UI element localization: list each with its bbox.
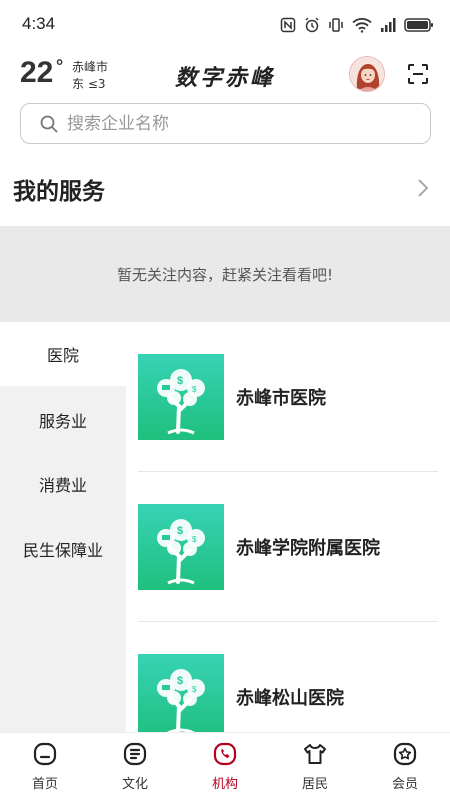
status-time: 4:34: [22, 14, 56, 33]
nav-label: 文化: [121, 777, 148, 792]
search-icon: [39, 113, 61, 135]
header: 22 ° 赤峰市 东 ≤3 数字赤峰: [0, 50, 450, 100]
resident-icon: [302, 741, 328, 767]
signal-icon: [380, 17, 396, 33]
category-label: 消费业: [38, 476, 87, 495]
organization-item[interactable]: $ $ 赤峰松山医院: [138, 654, 438, 732]
bottom-nav: 首页 文化 机构 居民 会员: [0, 732, 450, 800]
organization-item[interactable]: $ $ 赤峰学院附属医院: [138, 504, 438, 604]
status-icons: [280, 15, 434, 35]
nfc-icon: [280, 17, 296, 33]
organization-list: $ $ 赤峰市医院 $ $ 赤峰学院附属医院 $ $ 赤峰松山医院: [126, 322, 450, 732]
svg-text:$: $: [177, 675, 183, 687]
search-bar[interactable]: [20, 103, 431, 144]
category-item-consumer[interactable]: 消费业: [0, 452, 126, 516]
organization-name: 赤峰学院附属医院: [236, 538, 380, 559]
nav-item-home[interactable]: 首页: [0, 733, 90, 800]
avatar[interactable]: [349, 56, 385, 92]
category-area: 医院 服务业 消费业 民生保障业 $ $ 赤峰市医院 $ $ 赤峰学院附属医院 …: [0, 322, 450, 732]
svg-text:$: $: [177, 525, 183, 537]
battery-icon: [404, 17, 434, 33]
divider: [138, 621, 438, 622]
svg-text:$: $: [177, 375, 183, 387]
nav-item-member[interactable]: 会员: [360, 733, 450, 800]
nav-item-resident[interactable]: 居民: [270, 733, 360, 800]
culture-icon: [122, 741, 148, 767]
my-services-title: 我的服务: [13, 179, 105, 205]
nav-item-culture[interactable]: 文化: [90, 733, 180, 800]
category-label: 民生保障业: [22, 541, 103, 560]
wifi-icon: [352, 17, 372, 33]
tree-logo-icon: $ $: [138, 504, 224, 590]
category-item-service[interactable]: 服务业: [0, 388, 126, 452]
member-icon: [392, 741, 418, 767]
nav-label: 机构: [211, 777, 238, 792]
nav-label: 首页: [31, 777, 58, 792]
nav-label: 会员: [391, 777, 418, 792]
scan-icon: [408, 64, 428, 84]
organization-name: 赤峰松山医院: [236, 688, 344, 709]
home-icon: [32, 741, 58, 767]
category-label: 医院: [46, 346, 79, 365]
organization-item[interactable]: $ $ 赤峰市医院: [138, 354, 438, 454]
scan-button[interactable]: [404, 60, 432, 88]
svg-text:$: $: [192, 385, 197, 394]
search-input[interactable]: [67, 113, 387, 134]
category-label: 服务业: [38, 412, 87, 431]
category-sidebar: 医院 服务业 消费业 民生保障业: [0, 322, 126, 732]
category-item-hospital[interactable]: 医院: [0, 322, 126, 386]
organization-name: 赤峰市医院: [236, 388, 326, 409]
tree-logo-icon: $ $: [138, 654, 224, 732]
alarm-icon: [304, 17, 320, 33]
category-item-livelihood[interactable]: 民生保障业: [0, 517, 126, 581]
divider: [138, 471, 438, 472]
vibrate-icon: [328, 17, 344, 33]
svg-text:$: $: [192, 535, 197, 544]
services-empty-panel: 暂无关注内容，赶紧关注看看吧!: [0, 226, 450, 322]
empty-message: 暂无关注内容，赶紧关注看看吧!: [116, 265, 333, 284]
nav-label: 居民: [301, 777, 328, 792]
my-services-header[interactable]: 我的服务: [0, 160, 450, 216]
nav-item-institution[interactable]: 机构: [180, 733, 270, 800]
status-bar: 4:34: [0, 0, 450, 48]
svg-text:$: $: [192, 685, 197, 694]
tree-logo-icon: $ $: [138, 354, 224, 440]
institution-icon: [212, 741, 238, 767]
chevron-right-icon[interactable]: [416, 177, 430, 199]
